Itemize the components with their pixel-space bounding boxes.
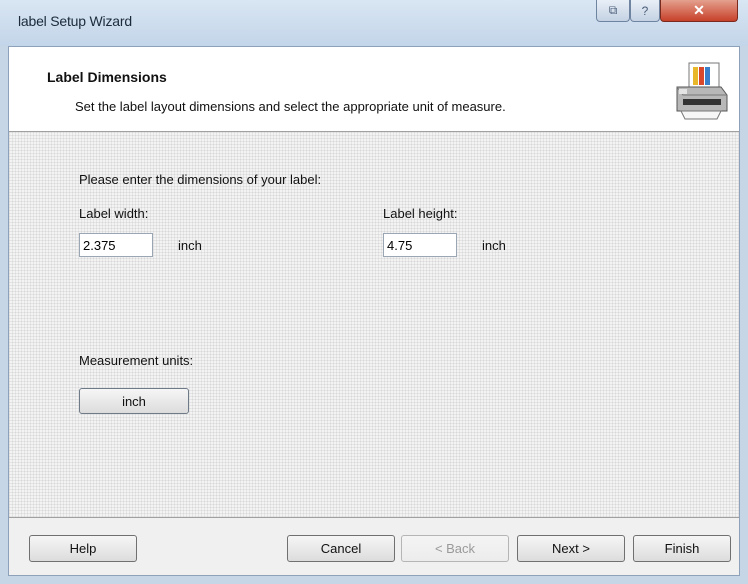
- help-icon: ?: [641, 3, 649, 18]
- finish-button[interactable]: Finish: [633, 535, 731, 562]
- title-bar: label Setup Wizard ⧉ ? ✕: [0, 0, 748, 46]
- measurement-units-label: Measurement units:: [79, 353, 194, 368]
- close-icon: ✕: [693, 2, 705, 18]
- page-subtitle: Set the label layout dimensions and sele…: [75, 99, 506, 114]
- restore-icon: ⧉: [608, 3, 618, 17]
- restore-button[interactable]: ⧉: [596, 0, 630, 22]
- wizard-body: Please enter the dimensions of your labe…: [9, 132, 739, 517]
- wizard-header: Label Dimensions Set the label layout di…: [9, 47, 739, 132]
- wizard-footer: Help Cancel < Back Next > Finish: [9, 518, 739, 575]
- back-button[interactable]: < Back: [401, 535, 509, 562]
- label-width-unit: inch: [178, 238, 202, 253]
- label-height-field[interactable]: [383, 233, 457, 257]
- page-title: Label Dimensions: [47, 69, 167, 85]
- label-width-field[interactable]: [79, 233, 153, 257]
- help-button[interactable]: Help: [29, 535, 137, 562]
- close-button[interactable]: ✕: [660, 0, 738, 22]
- wizard-dialog: Label Dimensions Set the label layout di…: [8, 46, 740, 576]
- measurement-units-button[interactable]: inch: [79, 388, 189, 414]
- label-height-label: Label height:: [383, 206, 458, 221]
- help-title-button[interactable]: ?: [630, 0, 660, 22]
- dimensions-prompt: Please enter the dimensions of your labe…: [79, 172, 322, 187]
- printer-icon: [676, 62, 728, 120]
- window-title: label Setup Wizard: [18, 13, 132, 29]
- next-button[interactable]: Next >: [517, 535, 625, 562]
- label-height-unit: inch: [482, 238, 506, 253]
- label-width-label: Label width:: [79, 206, 149, 221]
- cancel-button[interactable]: Cancel: [287, 535, 395, 562]
